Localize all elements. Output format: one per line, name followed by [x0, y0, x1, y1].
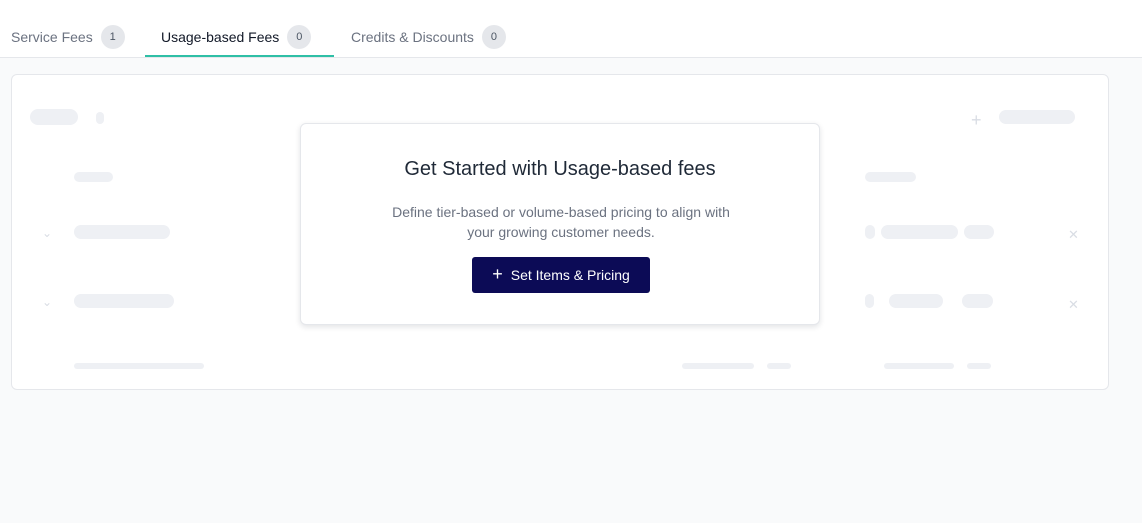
skeleton-bar [962, 294, 993, 308]
tab-usage-based-fees[interactable]: Usage-based Fees 0 [161, 17, 312, 57]
button-label: Set Items & Pricing [510, 267, 630, 283]
skeleton-bar [865, 172, 916, 182]
skeleton-bar [74, 172, 113, 182]
skeleton-bar [767, 363, 791, 369]
set-items-pricing-button[interactable]: + Set Items & Pricing [472, 257, 650, 293]
active-tab-indicator [145, 55, 334, 57]
tab-credits-discounts[interactable]: Credits & Discounts 0 [351, 17, 506, 57]
skeleton-plus-icon: + [971, 110, 982, 130]
skeleton-bar [964, 225, 994, 239]
skeleton-close-icon: ✕ [1068, 297, 1079, 312]
skeleton-bar [999, 110, 1075, 124]
skeleton-bar [865, 294, 874, 308]
empty-state-card: Get Started with Usage-based fees Define… [300, 123, 820, 325]
skeleton-chevron-icon: ⌄ [42, 295, 53, 309]
skeleton-bar [30, 109, 78, 125]
skeleton-bar [96, 112, 104, 124]
skeleton-bar [74, 225, 170, 239]
tab-count-badge: 0 [481, 25, 506, 49]
skeleton-bar [865, 225, 875, 239]
tabs-bar: Service Fees 1 Usage-based Fees 0 Credit… [0, 0, 1142, 58]
skeleton-bar [889, 294, 943, 308]
skeleton-chevron-icon: ⌄ [42, 226, 53, 240]
empty-state-description: Define tier-based or volume-based pricin… [392, 204, 730, 240]
tab-label: Service Fees [11, 29, 93, 45]
tab-service-fees[interactable]: Service Fees 1 [11, 17, 125, 57]
empty-state-title: Get Started with Usage-based fees [404, 158, 716, 180]
tab-count-badge: 0 [287, 25, 312, 49]
plus-icon: + [492, 264, 503, 284]
skeleton-bar [967, 363, 991, 369]
tab-count-badge: 1 [100, 25, 125, 49]
skeleton-bar [884, 363, 954, 369]
tab-label: Credits & Discounts [351, 29, 474, 45]
skeleton-bar [74, 363, 204, 369]
tab-label: Usage-based Fees [161, 29, 280, 45]
skeleton-bar [682, 363, 754, 369]
skeleton-close-icon: ✕ [1068, 227, 1079, 242]
skeleton-bar [881, 225, 958, 239]
skeleton-bar [74, 294, 174, 308]
